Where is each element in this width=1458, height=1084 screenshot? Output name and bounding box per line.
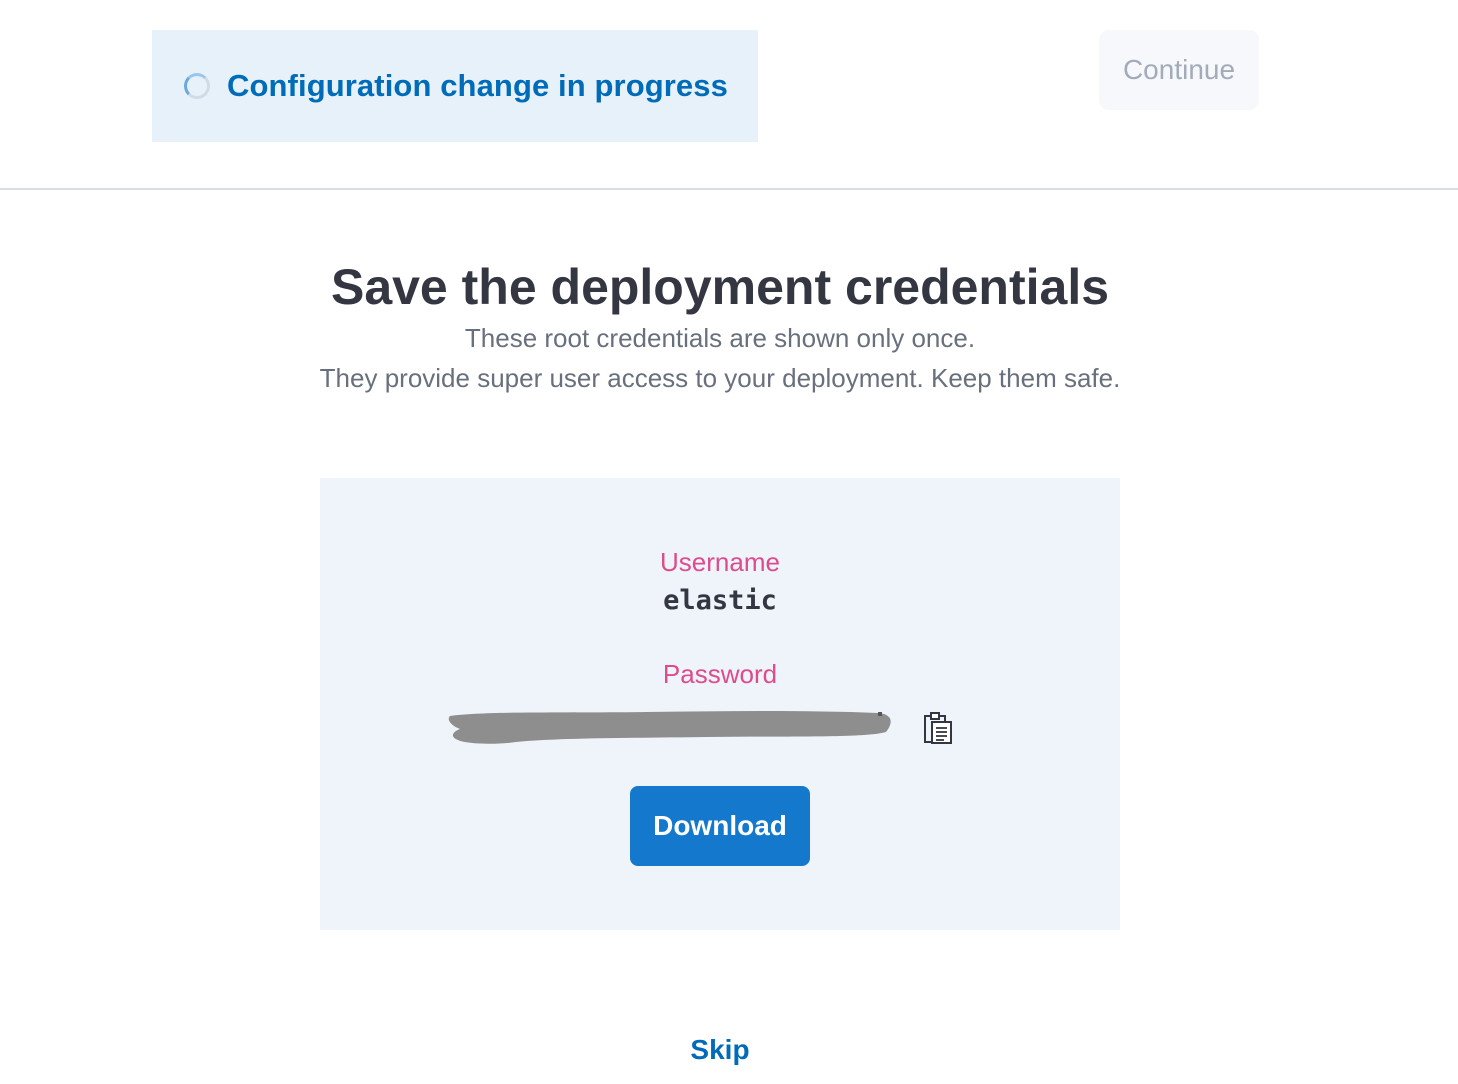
credentials-panel: Username elastic Password Download: [320, 478, 1120, 930]
header-divider: [0, 188, 1458, 190]
page-title: Save the deployment credentials: [330, 259, 1110, 315]
status-callout: Configuration change in progress: [152, 30, 758, 142]
skip-link[interactable]: Skip: [0, 1032, 1440, 1068]
password-label: Password: [662, 659, 778, 689]
loading-spinner-icon: [184, 73, 210, 99]
username-label: Username: [660, 547, 780, 577]
download-button[interactable]: Download: [630, 786, 810, 866]
status-text: Configuration change in progress: [227, 68, 728, 103]
password-redaction: [448, 711, 891, 744]
subtitle-line-1: These root credentials are shown only on…: [464, 323, 976, 353]
continue-button[interactable]: Continue: [1099, 30, 1259, 110]
clipboard-icon: [924, 712, 952, 744]
credentials-page: Configuration change in progress Continu…: [0, 0, 1458, 1084]
username-value[interactable]: elastic: [320, 584, 1120, 618]
copy-password-button[interactable]: [918, 708, 958, 748]
subtitle-line-2: They provide super user access to your d…: [319, 363, 1121, 393]
